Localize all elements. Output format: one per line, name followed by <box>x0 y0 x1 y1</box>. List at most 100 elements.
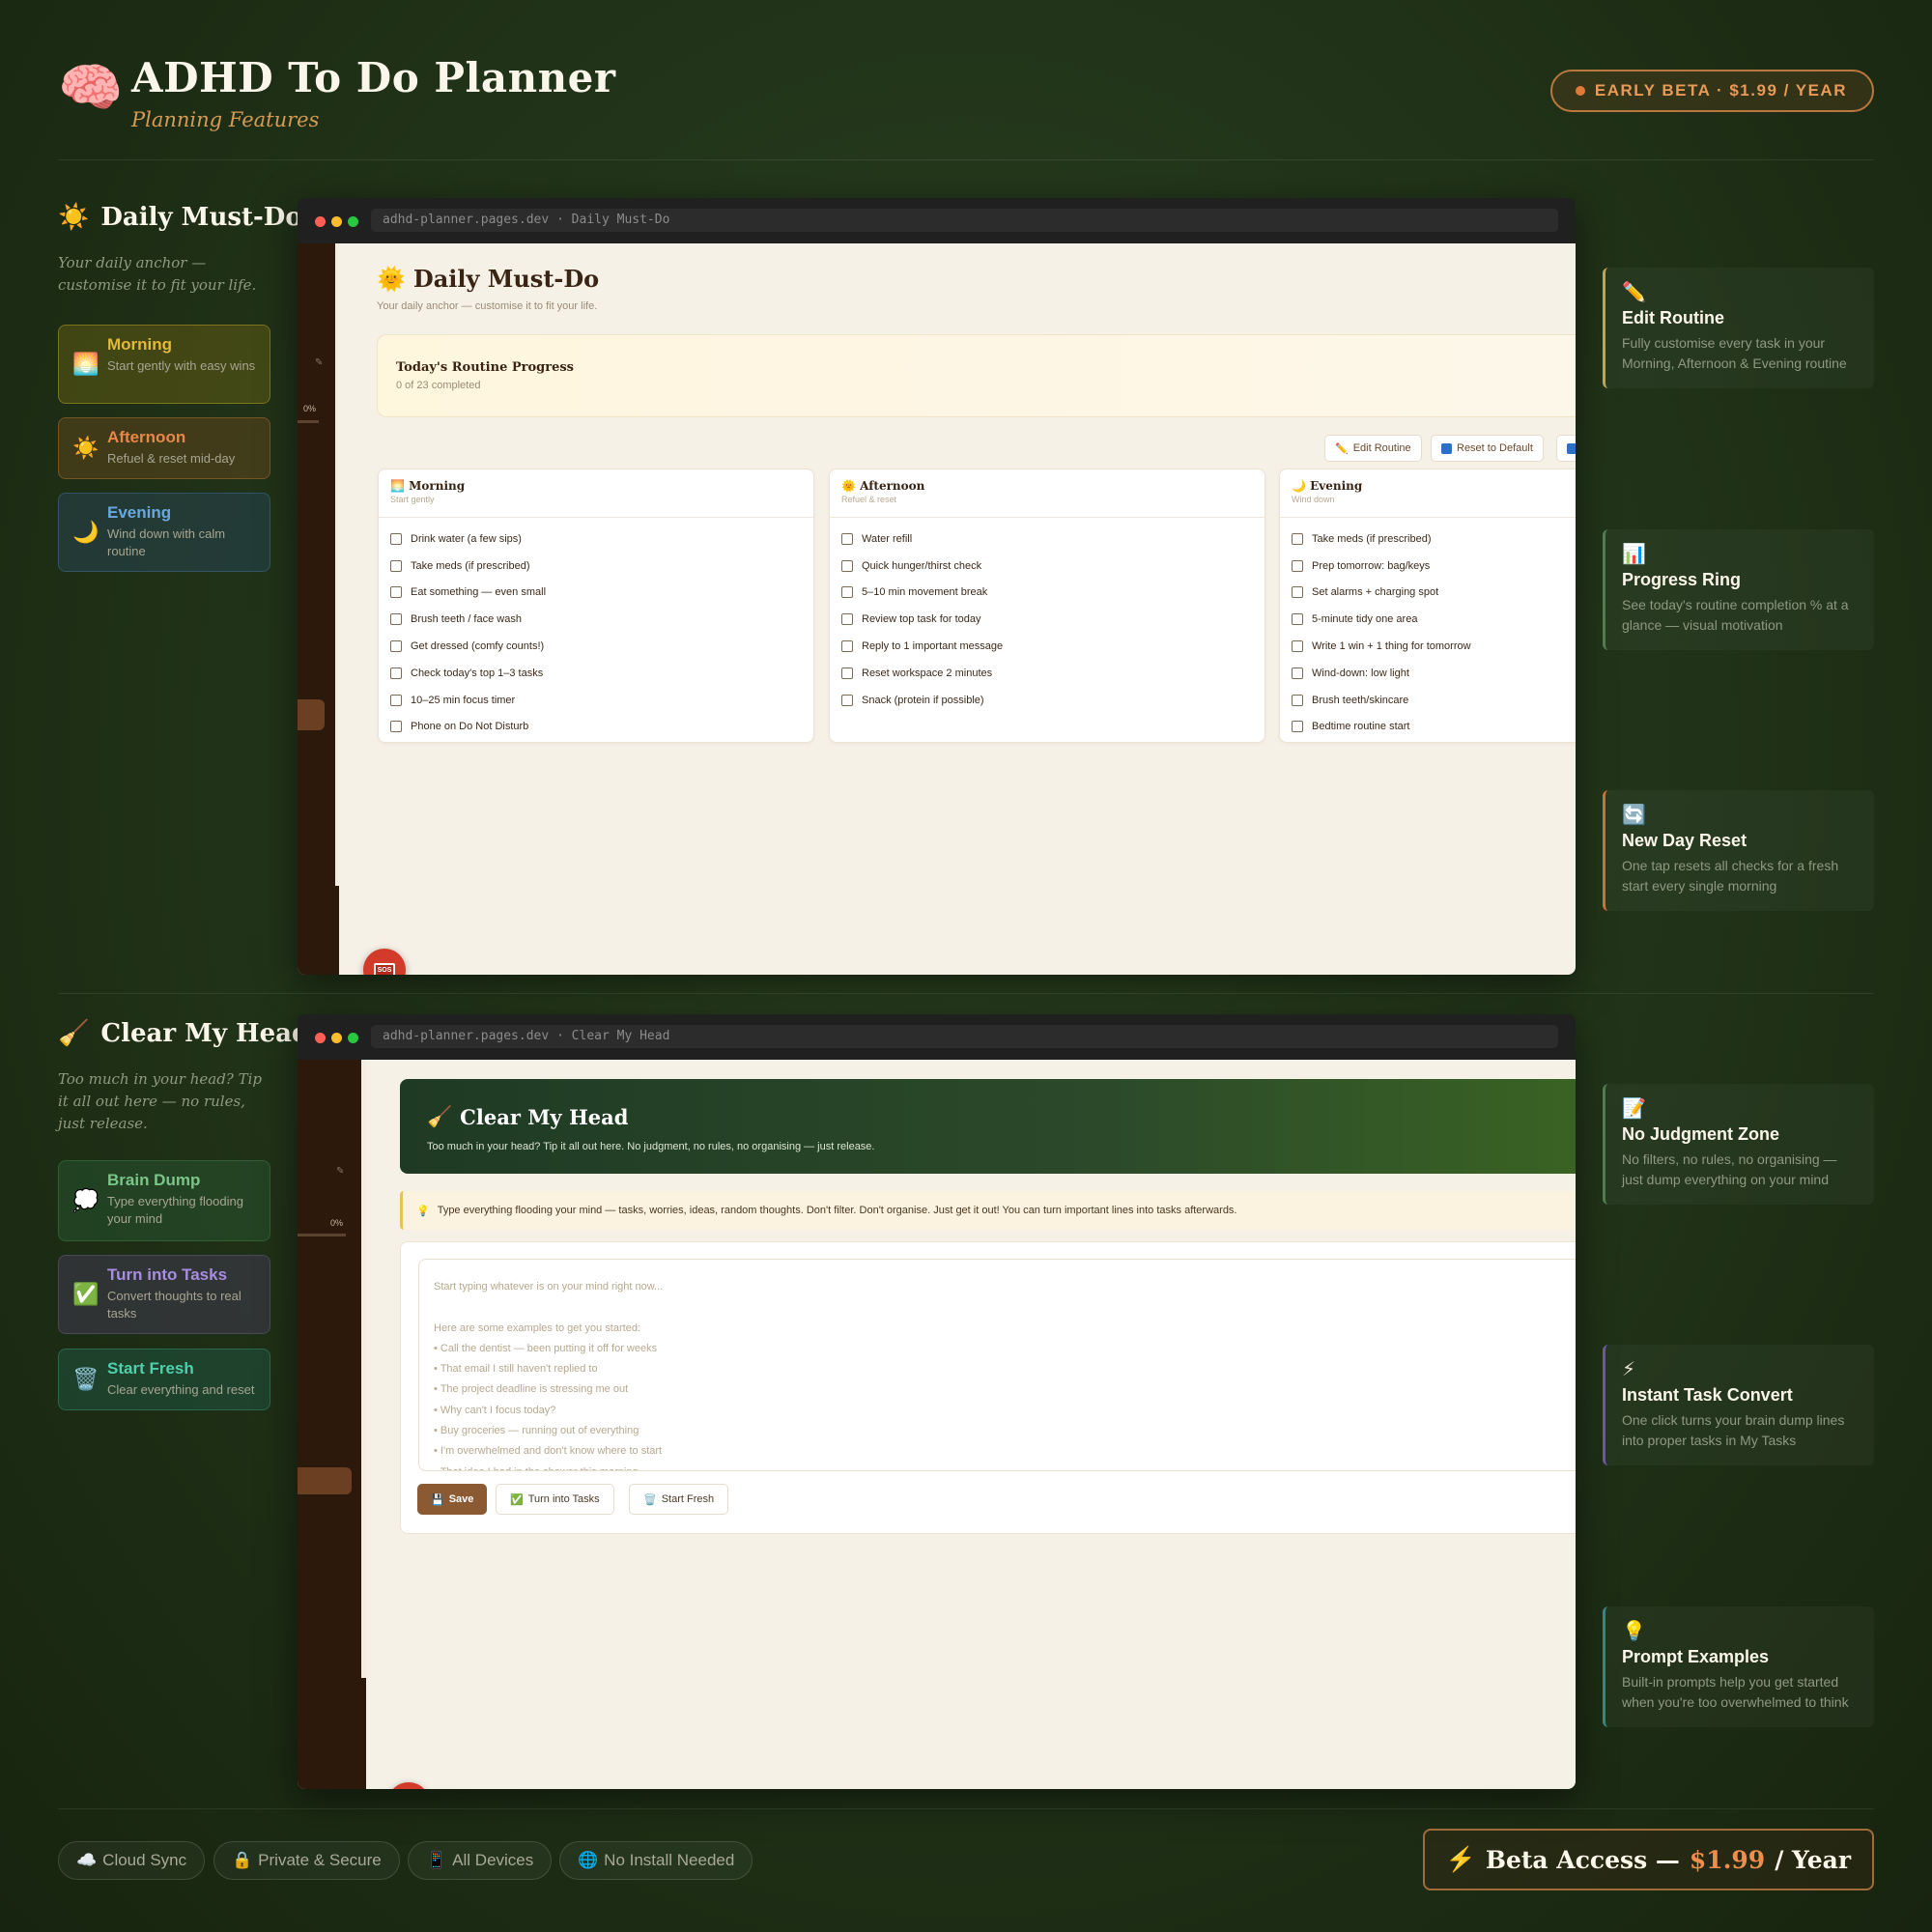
address-bar[interactable]: adhd-planner.pages.dev · Clear My Head <box>371 1025 1558 1048</box>
list-item[interactable]: Review top task for today <box>841 606 1253 633</box>
broom-icon: 🧹 <box>427 1104 453 1128</box>
checkbox[interactable] <box>841 694 853 706</box>
list-item[interactable]: 5-minute tidy one area <box>1292 606 1576 633</box>
list-item[interactable]: Take meds (if prescribed) <box>390 553 802 580</box>
list-item[interactable]: Wind-down: low light <box>1292 660 1576 687</box>
browser-toolbar: adhd-planner.pages.dev · Daily Must-Do <box>298 198 1576 243</box>
address-bar[interactable]: adhd-planner.pages.dev · Daily Must-Do <box>371 209 1558 232</box>
list-item[interactable]: 10–25 min focus timer <box>390 687 802 714</box>
close-dot-icon[interactable] <box>315 216 326 227</box>
feature-instant-task-convert: ⚡ Instant Task Convert One click turns y… <box>1603 1345 1874 1465</box>
checkbox[interactable] <box>841 532 853 545</box>
checkbox[interactable] <box>841 667 853 679</box>
progress-title: Today's Routine Progress <box>396 360 575 375</box>
checkbox[interactable] <box>841 586 853 599</box>
sidebar-scrollbar <box>335 243 339 886</box>
routine-progress-card: Today's Routine Progress 0 of 23 complet… <box>377 334 1576 417</box>
minimize-dot-icon[interactable] <box>331 1033 342 1043</box>
sos-button[interactable]: SOS <box>387 1782 430 1789</box>
feature-prompt-examples: 💡 Prompt Examples Built-in prompts help … <box>1603 1606 1874 1727</box>
checkbox[interactable] <box>1292 613 1303 626</box>
routine-column-afternoon: 🌞 Afternoon Refuel & reset Water refill … <box>829 469 1265 743</box>
checkbox[interactable] <box>1292 586 1303 599</box>
sun-icon: ☀️ <box>72 436 99 460</box>
sidebar-edit-icon[interactable]: ✎ <box>315 357 323 368</box>
brain-dump-textarea[interactable]: Start typing whatever is on your mind ri… <box>418 1259 1576 1471</box>
banner-title: 🧹 Clear My Head <box>427 1104 629 1129</box>
list-item[interactable]: Set alarms + charging spot <box>1292 580 1576 607</box>
card-description: Convert thoughts to real tasks <box>107 1289 242 1321</box>
list-item[interactable]: Quick hunger/thirst check <box>841 553 1253 580</box>
maximize-dot-icon[interactable] <box>348 1033 358 1043</box>
turn-into-tasks-button[interactable]: ✅ Turn into Tasks <box>496 1484 614 1515</box>
floppy-icon: 💾 <box>431 1493 444 1506</box>
column-header: 🌙 Evening Wind down <box>1280 469 1576 518</box>
beta-badge[interactable]: EARLY BETA · $1.99 / YEAR <box>1549 70 1874 112</box>
beta-access-cta[interactable]: ⚡ Beta Access — $1.99 / Year <box>1422 1829 1874 1890</box>
checkbox[interactable] <box>841 559 853 572</box>
app-sidebar: ✎ 0% <box>298 1060 366 1789</box>
maximize-dot-icon[interactable] <box>348 216 358 227</box>
list-item[interactable]: Water refill <box>841 526 1253 553</box>
browser-toolbar: adhd-planner.pages.dev · Clear My Head <box>298 1014 1576 1060</box>
footer-pill-private-secure: 🔒 Private & Secure <box>213 1841 400 1880</box>
checkbox[interactable] <box>841 640 853 653</box>
sidebar-active-item[interactable] <box>298 1467 352 1494</box>
list-item[interactable]: Check today's top 1–3 tasks <box>390 660 802 687</box>
checkbox[interactable] <box>390 613 402 626</box>
list-item[interactable]: Write 1 win + 1 thing for tomorrow <box>1292 633 1576 660</box>
checkbox[interactable] <box>390 532 402 545</box>
more-button[interactable] <box>1556 435 1576 462</box>
sidebar-edit-icon[interactable]: ✎ <box>336 1166 344 1177</box>
checkbox[interactable] <box>1292 532 1303 545</box>
button-label: Reset to Default <box>1457 442 1533 454</box>
list-item[interactable]: 5–10 min movement break <box>841 580 1253 607</box>
feature-card-start-fresh[interactable]: 🗑️ Start Fresh Clear everything and rese… <box>58 1349 270 1410</box>
start-fresh-button[interactable]: 🗑️ Start Fresh <box>629 1484 729 1515</box>
broom-icon: 🧹 <box>58 1019 90 1048</box>
list-item[interactable]: Drink water (a few sips) <box>390 526 802 553</box>
save-button[interactable]: 💾 Save <box>417 1484 488 1515</box>
checkbox[interactable] <box>1292 694 1303 706</box>
list-item[interactable]: Snack (protein if possible) <box>841 687 1253 714</box>
edit-routine-button[interactable]: ✏️ Edit Routine <box>1324 435 1422 462</box>
checkbox[interactable] <box>841 613 853 626</box>
list-item[interactable]: Bedtime routine start <box>1292 714 1576 741</box>
list-item[interactable]: Reset workspace 2 minutes <box>841 660 1253 687</box>
feature-title: Prompt Examples <box>1622 1647 1770 1666</box>
checkbox[interactable] <box>390 586 402 599</box>
list-item[interactable]: Get dressed (comfy counts!) <box>390 633 802 660</box>
feature-card-morning[interactable]: 🌅 Morning Start gently with easy wins <box>58 325 270 404</box>
feature-card-evening[interactable]: 🌙 Evening Wind down with calm routine <box>58 493 270 572</box>
checkbox[interactable] <box>390 721 402 733</box>
list-item[interactable]: Brush teeth / face wash <box>390 606 802 633</box>
sos-button[interactable]: SOS <box>363 949 406 975</box>
reset-default-button[interactable]: Reset to Default <box>1431 435 1544 462</box>
checkbox[interactable] <box>1292 721 1303 733</box>
list-item[interactable]: Brush teeth/skincare <box>1292 687 1576 714</box>
checkbox[interactable] <box>1292 640 1303 653</box>
card-title: Turn into Tasks <box>107 1265 228 1284</box>
footer-pill-cloud-sync: ☁️ Cloud Sync <box>58 1841 206 1880</box>
checkbox[interactable] <box>390 694 402 706</box>
checkbox[interactable] <box>390 559 402 572</box>
checkbox[interactable] <box>390 667 402 679</box>
checkbox[interactable] <box>390 640 402 653</box>
list-item[interactable]: Phone on Do Not Disturb <box>390 714 802 741</box>
feature-card-afternoon[interactable]: ☀️ Afternoon Refuel & reset mid-day <box>58 417 270 479</box>
checkbox[interactable] <box>1292 667 1303 679</box>
feature-card-turn-into-tasks[interactable]: ✅ Turn into Tasks Convert thoughts to re… <box>58 1255 270 1334</box>
list-item[interactable]: Reply to 1 important message <box>841 633 1253 660</box>
feature-card-brain-dump[interactable]: 💭 Brain Dump Type everything flooding yo… <box>58 1160 270 1241</box>
close-dot-icon[interactable] <box>315 1033 326 1043</box>
sidebar-active-item[interactable] <box>298 699 325 730</box>
inner-title-label: Daily Must-Do <box>412 265 600 293</box>
checkbox[interactable] <box>1292 559 1303 572</box>
minimize-dot-icon[interactable] <box>331 216 342 227</box>
tip-text: Type everything flooding your mind — tas… <box>437 1205 1237 1216</box>
card-title: Brain Dump <box>107 1171 201 1189</box>
refresh-icon: 🔄 <box>1622 805 1646 826</box>
list-item[interactable]: Eat something — even small <box>390 580 802 607</box>
list-item[interactable]: Take meds (if prescribed) <box>1292 526 1576 553</box>
list-item[interactable]: Prep tomorrow: bag/keys <box>1292 553 1576 580</box>
